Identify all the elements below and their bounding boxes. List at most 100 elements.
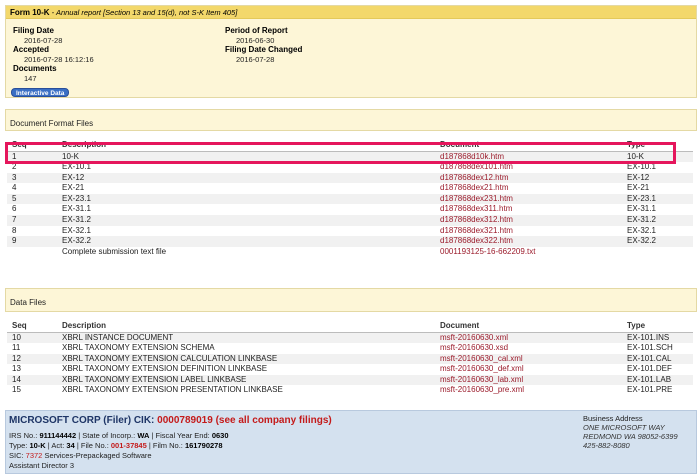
sic-link[interactable]: 7372 — [26, 451, 43, 460]
document-link[interactable]: d187868dex321.htm — [440, 226, 513, 235]
cell-type: EX-101.LAB — [622, 374, 693, 386]
business-address-label: Business Address — [583, 414, 643, 423]
irs-value: 911144442 — [39, 431, 77, 440]
cell-document: d187868dex21.htm — [435, 183, 622, 194]
cell-description: XBRL TAXONOMY EXTENSION SCHEMA — [57, 343, 435, 354]
file-no-link[interactable]: 001-37845 — [111, 441, 147, 450]
table-row: 13 XBRL TAXONOMY EXTENSION DEFINITION LIN… — [7, 364, 693, 375]
cell-description: EX-31.1 — [57, 204, 435, 216]
table-row: 4 EX-21 d187868dex21.htm EX-21 — [7, 183, 693, 194]
document-link[interactable]: d187868dex12.htm — [440, 173, 509, 182]
cell-type: EX-12 — [622, 172, 693, 184]
table-row: 6 EX-31.1 d187868dex311.htm EX-31.1 — [7, 204, 693, 216]
interactive-data-button[interactable]: Interactive Data — [11, 88, 70, 97]
cell-type: EX-23.1 — [622, 193, 693, 205]
cell-type: EX-101.CAL — [622, 353, 693, 365]
cell-document: msft-20160630.xml — [435, 332, 622, 344]
cell-type: EX-101.SCH — [622, 343, 693, 354]
cell-description: XBRL TAXONOMY EXTENSION PRESENTATION LIN… — [57, 385, 435, 397]
document-link[interactable]: d187868dex21.htm — [440, 183, 509, 192]
see-all-filings-link[interactable]: (see all company filings) — [216, 415, 332, 426]
business-address-line1: ONE MICROSOFT WAY — [583, 423, 665, 432]
accepted-label: Accepted — [13, 45, 50, 54]
document-link[interactable]: d187868dex231.htm — [440, 194, 513, 203]
company-name: MICROSOFT CORP (Filer) CIK: 0000789019 (… — [9, 415, 332, 426]
document-link[interactable]: msft-20160630_pre.xml — [440, 385, 524, 394]
cell-document: d187868dex322.htm — [435, 236, 622, 247]
cell-seq: 3 — [7, 172, 57, 184]
cell-description: XBRL TAXONOMY EXTENSION LABEL LINKBASE — [57, 374, 435, 386]
cell-document: d187868dex231.htm — [435, 193, 622, 205]
document-link[interactable]: d187868dex312.htm — [440, 215, 513, 224]
cell-type — [622, 246, 693, 258]
cell-description: XBRL TAXONOMY EXTENSION DEFINITION LINKB… — [57, 364, 435, 375]
cell-document: 0001193125-16-662209.txt — [435, 246, 622, 258]
document-link[interactable]: msft-20160630_cal.xml — [440, 354, 523, 363]
filing-header: Form 10-K - Annual report [Section 13 an… — [5, 5, 697, 98]
cell-type: EX-21 — [622, 183, 693, 194]
cell-description: EX-12 — [57, 172, 435, 184]
cell-seq: 11 — [7, 343, 57, 354]
document-link[interactable]: msft-20160630.xsd — [440, 343, 508, 352]
cell-type: EX-101.DEF — [622, 364, 693, 375]
form-type: Form 10-K — [10, 8, 50, 17]
sic-description: Services-Prepackaged Software — [42, 451, 152, 460]
table-row: 10 XBRL INSTANCE DOCUMENT msft-20160630.xm… — [7, 332, 693, 344]
cell-document: d187868dex312.htm — [435, 215, 622, 226]
table-row: Complete submission text file 0001193125-… — [7, 246, 693, 258]
document-link[interactable]: d187868dex322.htm — [440, 236, 513, 245]
data-files-title: Data Files — [10, 298, 47, 307]
file-no-label: | File No.: — [74, 441, 111, 450]
document-link[interactable]: msft-20160630.xml — [440, 333, 508, 342]
table-row: 14 XBRL TAXONOMY EXTENSION LABEL LINKBASE… — [7, 374, 693, 386]
document-link[interactable]: msft-20160630_def.xml — [440, 364, 524, 373]
document-format-files-panel: Document Format Files — [5, 109, 697, 131]
cell-seq — [7, 246, 57, 258]
cell-seq: 8 — [7, 225, 57, 237]
data-files-panel: Data Files — [5, 288, 697, 312]
col-document: Document — [435, 320, 622, 333]
document-link[interactable]: d187868dex311.htm — [440, 204, 512, 213]
business-phone: 425-882-8080 — [583, 441, 630, 450]
type-value: 10-K — [29, 441, 46, 450]
fiscal-year-value: 0630 — [211, 431, 229, 440]
date-changed-value: 2016-07-28 — [236, 55, 275, 64]
cell-document: d187868dex321.htm — [435, 225, 622, 237]
cell-seq: 4 — [7, 183, 57, 194]
cell-description: EX-23.1 — [57, 193, 435, 205]
cell-type: EX-32.2 — [622, 236, 693, 247]
table-row: 5 EX-23.1 d187868dex231.htm EX-23.1 — [7, 193, 693, 205]
date-changed-label: Filing Date Changed — [225, 45, 303, 54]
cell-description: Complete submission text file — [57, 246, 435, 258]
cell-seq: 6 — [7, 204, 57, 216]
documents-label: Documents — [13, 64, 57, 73]
cell-type: EX-101.PRE — [622, 385, 693, 397]
cell-type: EX-32.1 — [622, 225, 693, 237]
table-row: 8 EX-32.1 d187868dex321.htm EX-32.1 — [7, 225, 693, 237]
data-files-table: Seq Description Document Type 10 XBRL INS… — [7, 320, 693, 397]
document-link[interactable]: 0001193125-16-662209.txt — [440, 247, 536, 256]
cell-seq: 15 — [7, 385, 57, 397]
table-row: 7 EX-31.2 d187868dex312.htm EX-31.2 — [7, 215, 693, 226]
state-value: WA — [137, 431, 150, 440]
cell-type: EX-31.2 — [622, 215, 693, 226]
cik-link[interactable]: 0000789019 — [157, 415, 213, 426]
form-type-bar: Form 10-K - Annual report [Section 13 an… — [6, 6, 696, 19]
act-label: | Act: — [45, 441, 67, 450]
form-description: - Annual report [Section 13 and 15(d), n… — [49, 8, 238, 17]
document-link[interactable]: msft-20160630_lab.xml — [440, 375, 523, 384]
act-value: 34 — [66, 441, 75, 450]
cell-type: EX-31.1 — [622, 204, 693, 216]
cell-document: msft-20160630_def.xml — [435, 364, 622, 375]
cell-seq: 12 — [7, 353, 57, 365]
cell-seq: 13 — [7, 364, 57, 375]
table-header-row: Seq Description Document Type — [7, 320, 693, 333]
period-label: Period of Report — [225, 26, 288, 35]
table-row: 15 XBRL TAXONOMY EXTENSION PRESENTATION L… — [7, 385, 693, 397]
col-seq: Seq — [7, 320, 57, 333]
table-row: 9 EX-32.2 d187868dex322.htm EX-32.2 — [7, 236, 693, 247]
table-row: 12 XBRL TAXONOMY EXTENSION CALCULATION LI… — [7, 353, 693, 365]
type-line: Type: 10-K | Act: 34 | File No.: 001-378… — [9, 441, 223, 450]
cell-document: msft-20160630_cal.xml — [435, 353, 622, 365]
filer-info-panel: MICROSOFT CORP (Filer) CIK: 0000789019 (… — [5, 410, 697, 474]
